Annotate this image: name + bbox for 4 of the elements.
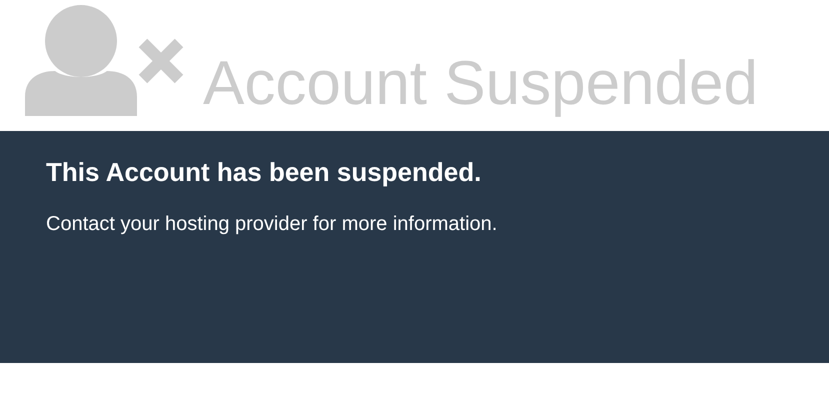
close-icon — [137, 37, 185, 85]
message-heading: This Account has been suspended. — [46, 156, 482, 189]
user-icon — [25, 5, 137, 116]
message-text: Contact your hosting provider for more information. — [46, 212, 498, 237]
